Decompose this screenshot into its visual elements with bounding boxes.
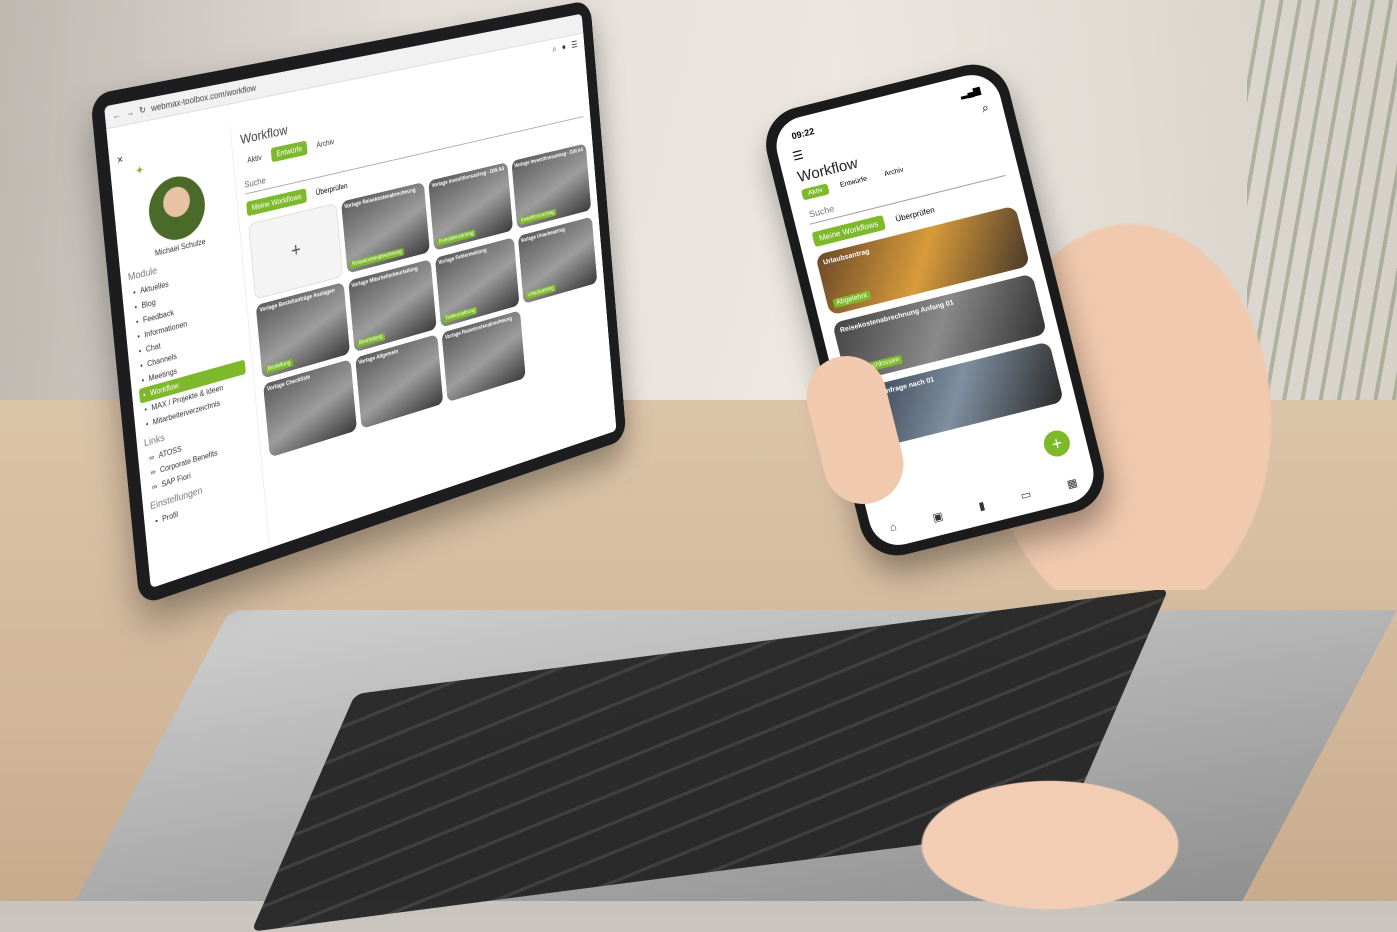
link-icon: ∞ (150, 467, 157, 478)
filter-1[interactable]: Überprüfen (888, 201, 942, 228)
signal-icon: ▂▄▆ (959, 84, 982, 100)
card-title: Vorlage Fehlermeldung (438, 248, 487, 267)
card-badge: Urlaubsantrag (525, 284, 557, 300)
card-badge: Investitionsantrag (436, 229, 476, 247)
add-workflow-button[interactable]: + (1041, 427, 1073, 460)
card-title: Vorlage Allgemein (358, 349, 399, 367)
workflow-icon: • (142, 390, 146, 400)
card-badge: Investitionsantrag (518, 208, 557, 226)
card-title: Urlaubsantrag (822, 248, 871, 267)
filter-1[interactable]: Überprüfen (310, 178, 352, 201)
desktop-icon[interactable]: ▭ (1019, 487, 1033, 502)
hamburger-icon[interactable]: ☰ (791, 147, 805, 163)
blog-icon: • (134, 302, 138, 312)
filter-0[interactable]: Aktiv (242, 149, 268, 169)
folder-icon[interactable]: ▮ (977, 499, 987, 513)
workflow-card[interactable]: Vorlage Investitionsantrag - DIN A4 Inves… (511, 143, 592, 230)
workflow-card[interactable]: Vorlage Investitionsantrag - DIN A4 Inves… (428, 162, 513, 251)
reload-icon[interactable]: ↻ (139, 104, 147, 116)
channels-icon: • (139, 361, 144, 371)
people-icon: • (145, 419, 149, 429)
typing-hand (900, 770, 1200, 920)
info-icon: • (136, 331, 141, 342)
workflow-card[interactable]: Vorlage Urlaubsantrag Urlaubsantrag (517, 216, 598, 305)
chat-icon[interactable]: ▣ (931, 509, 944, 524)
card-title: Vorlage Checkliste (266, 374, 311, 393)
avatar[interactable] (145, 171, 208, 246)
meetings-icon: • (141, 375, 145, 386)
filter-1[interactable]: Entwürfe (270, 140, 308, 163)
workflow-card[interactable]: Vorlage Reisekostenabrechnung (441, 310, 526, 403)
workflow-card[interactable]: Vorlage Reisekostenabrechnung Reisekosten… (340, 182, 430, 274)
card-badge: Abgelehnt (832, 290, 872, 309)
sidebar-item-label: Blog (141, 297, 157, 311)
sidebar-item-label: Chat (145, 341, 162, 355)
card-badge: Fehlermeldung (443, 306, 478, 324)
search-icon[interactable]: ⌕ (552, 44, 557, 54)
ideas-icon: • (144, 404, 148, 415)
card-badge: Reisekostenabrechnung (349, 247, 405, 270)
forward-icon[interactable]: → (125, 107, 134, 118)
home-icon[interactable]: ⌂ (889, 521, 899, 535)
card-title: Vorlage Reisekostenabrechnung (344, 187, 416, 211)
card-badge: Bestellung (264, 358, 294, 374)
phone-search-icon[interactable]: ⌕ (980, 100, 990, 116)
chat-icon: • (138, 346, 142, 356)
back-icon[interactable]: ← (112, 109, 121, 120)
link-icon: ∞ (151, 481, 158, 492)
feedback-icon: • (135, 317, 139, 327)
link-icon: ∞ (148, 452, 155, 463)
status-time: 09:22 (790, 126, 816, 142)
card-title: Vorlage Urlaubsantrag (520, 227, 566, 245)
profile-icon: ▪ (154, 516, 159, 526)
filter-2[interactable]: Archiv (311, 134, 339, 154)
language-flag-icon[interactable]: ● (561, 42, 566, 52)
nav-list: • Aktuelles • Blog • Feedback • Informationen • C… (129, 260, 249, 433)
menu-icon[interactable]: ☰ (571, 39, 578, 50)
home-icon: • (132, 287, 137, 298)
settings-label: Profil (161, 509, 179, 524)
card-badge: Beurteilung (356, 332, 386, 348)
apps-icon[interactable]: ▦ (1066, 476, 1079, 491)
